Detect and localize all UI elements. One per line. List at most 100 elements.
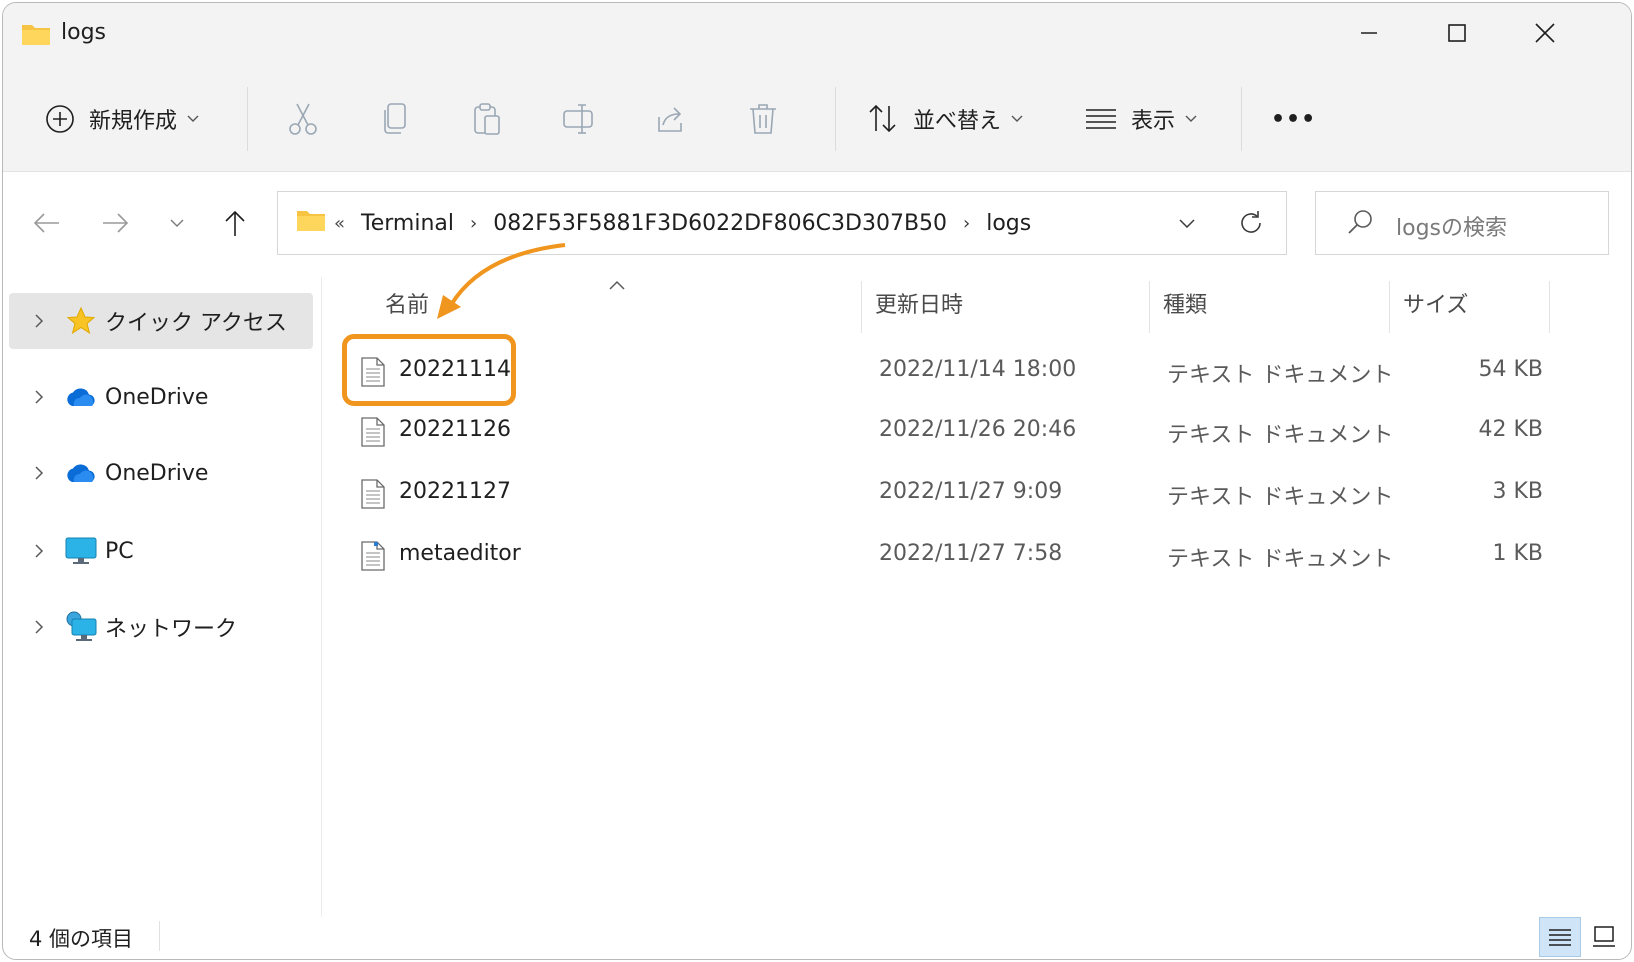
chevron-right-icon[interactable]: › bbox=[470, 213, 477, 234]
network-icon bbox=[63, 611, 99, 643]
file-size: 1 KB bbox=[1492, 541, 1543, 566]
details-view-icon bbox=[1549, 929, 1571, 946]
minimize-button[interactable] bbox=[1347, 13, 1391, 53]
search-input[interactable]: logsの検索 bbox=[1315, 191, 1609, 255]
expand-chevron-icon[interactable] bbox=[21, 313, 57, 329]
delete-button[interactable] bbox=[743, 99, 783, 139]
chevron-down-icon bbox=[1185, 115, 1197, 122]
expand-chevron-icon[interactable] bbox=[21, 465, 57, 481]
sort-button[interactable]: 並べ替え bbox=[867, 89, 1023, 149]
table-row[interactable]: 20221114 2022/11/14 18:00 テキスト ドキュメント 54… bbox=[343, 343, 1543, 399]
sidebar-item-onedrive[interactable]: OneDrive bbox=[9, 369, 313, 425]
highlight-callout-box bbox=[342, 334, 516, 406]
folder-icon bbox=[21, 21, 51, 51]
file-size: 54 KB bbox=[1478, 357, 1543, 382]
sidebar-item-pc[interactable]: PC bbox=[9, 523, 313, 579]
expand-chevron-icon[interactable] bbox=[21, 619, 57, 635]
arrow-right-icon bbox=[103, 213, 129, 233]
column-header-modified[interactable]: 更新日時 bbox=[875, 287, 963, 319]
view-button[interactable]: 表示 bbox=[1085, 89, 1197, 149]
breadcrumb: « Terminal › 082F53F5881F3D6022DF806C3D3… bbox=[296, 192, 1039, 254]
breadcrumb-overflow[interactable]: « bbox=[334, 213, 345, 234]
table-row[interactable]: 20221126 2022/11/26 20:46 テキスト ドキュメント 42… bbox=[343, 403, 1543, 459]
file-modified: 2022/11/14 18:00 bbox=[879, 357, 1077, 382]
sort-button-label: 並べ替え bbox=[913, 109, 1002, 134]
chevron-down-icon bbox=[187, 115, 199, 122]
sidebar-item-label: OneDrive bbox=[105, 460, 209, 486]
breadcrumb-item[interactable]: 082F53F5881F3D6022DF806C3D307B50 bbox=[493, 211, 947, 236]
file-modified: 2022/11/26 20:46 bbox=[879, 417, 1077, 442]
arrow-left-icon bbox=[33, 213, 59, 233]
close-button[interactable] bbox=[1523, 13, 1567, 53]
table-row[interactable]: 20221127 2022/11/27 9:09 テキスト ドキュメント 3 K… bbox=[343, 465, 1543, 521]
column-divider[interactable] bbox=[1549, 281, 1550, 333]
maximize-button[interactable] bbox=[1435, 13, 1479, 53]
search-icon bbox=[1346, 208, 1374, 240]
more-options-button[interactable]: ••• bbox=[1271, 89, 1316, 149]
up-button[interactable] bbox=[217, 205, 253, 241]
sidebar-item-label: ネットワーク bbox=[105, 617, 238, 642]
file-modified: 2022/11/27 9:09 bbox=[879, 479, 1063, 504]
sidebar-item-onedrive[interactable]: OneDrive bbox=[9, 445, 313, 501]
file-explorer-window: logs 新規作成 並べ替え 表示 ••• « Terminal › 082F5… bbox=[2, 2, 1632, 960]
thumbnail-view-button[interactable] bbox=[1583, 917, 1625, 957]
table-row[interactable]: metaeditor 2022/11/27 7:58 テキスト ドキュメント 1… bbox=[343, 527, 1543, 583]
file-name: 20221127 bbox=[399, 479, 511, 504]
address-bar[interactable]: « Terminal › 082F53F5881F3D6022DF806C3D3… bbox=[277, 191, 1287, 255]
address-history-button[interactable] bbox=[1170, 208, 1204, 238]
details-view-button[interactable] bbox=[1539, 917, 1581, 957]
column-header-name[interactable]: 名前 bbox=[385, 287, 429, 319]
breadcrumb-item[interactable]: Terminal bbox=[361, 211, 454, 236]
text-file-icon bbox=[361, 417, 385, 453]
refresh-icon bbox=[1241, 211, 1261, 233]
expand-chevron-icon[interactable] bbox=[21, 389, 57, 405]
new-button[interactable]: 新規作成 bbox=[45, 89, 199, 149]
add-circle-icon bbox=[46, 105, 74, 133]
paste-button[interactable] bbox=[467, 99, 507, 139]
star-icon bbox=[63, 306, 99, 336]
breadcrumb-item[interactable]: logs bbox=[986, 211, 1031, 236]
text-file-icon bbox=[361, 541, 385, 577]
cut-button[interactable] bbox=[283, 99, 323, 139]
sidebar-item-network[interactable]: ネットワーク bbox=[9, 599, 313, 655]
chevron-down-icon bbox=[1179, 219, 1195, 228]
sort-ascending-icon bbox=[609, 275, 625, 294]
status-divider bbox=[159, 921, 160, 951]
monitor-icon bbox=[63, 536, 99, 566]
cloud-icon bbox=[63, 462, 99, 484]
callout-arrow-icon bbox=[433, 239, 573, 327]
column-divider[interactable] bbox=[1389, 281, 1390, 333]
share-button[interactable] bbox=[651, 99, 691, 139]
new-button-label: 新規作成 bbox=[89, 109, 178, 134]
maximize-icon bbox=[1448, 24, 1466, 42]
pane-divider[interactable] bbox=[321, 277, 322, 917]
chevron-down-icon bbox=[1011, 115, 1023, 122]
copy-icon bbox=[384, 103, 406, 134]
copy-button[interactable] bbox=[375, 99, 415, 139]
search-placeholder: logsの検索 bbox=[1396, 216, 1507, 241]
trash-icon bbox=[750, 104, 776, 134]
file-name: metaeditor bbox=[399, 541, 521, 566]
refresh-button[interactable] bbox=[1231, 203, 1271, 243]
sidebar-item-quick-access[interactable]: クイック アクセス bbox=[9, 293, 313, 349]
back-button[interactable] bbox=[29, 205, 65, 241]
rename-button[interactable] bbox=[559, 99, 599, 139]
forward-button[interactable] bbox=[97, 205, 133, 241]
sort-icon bbox=[869, 104, 896, 133]
column-header-size[interactable]: サイズ bbox=[1403, 287, 1468, 319]
chevron-right-icon[interactable]: › bbox=[963, 213, 970, 234]
recent-locations-button[interactable] bbox=[159, 205, 195, 241]
title-and-command-bar: logs 新規作成 並べ替え 表示 ••• bbox=[3, 3, 1631, 172]
scissors-icon bbox=[289, 103, 317, 135]
cloud-icon bbox=[63, 386, 99, 408]
column-header-type[interactable]: 種類 bbox=[1163, 287, 1207, 319]
toolbar-separator bbox=[1241, 87, 1242, 151]
file-size: 42 KB bbox=[1478, 417, 1543, 442]
column-divider[interactable] bbox=[861, 281, 862, 333]
column-divider[interactable] bbox=[1149, 281, 1150, 333]
list-view-icon bbox=[1086, 109, 1116, 129]
toolbar-separator bbox=[247, 87, 248, 151]
chevron-down-icon bbox=[170, 219, 184, 227]
window-title: logs bbox=[61, 20, 106, 45]
expand-chevron-icon[interactable] bbox=[21, 543, 57, 559]
